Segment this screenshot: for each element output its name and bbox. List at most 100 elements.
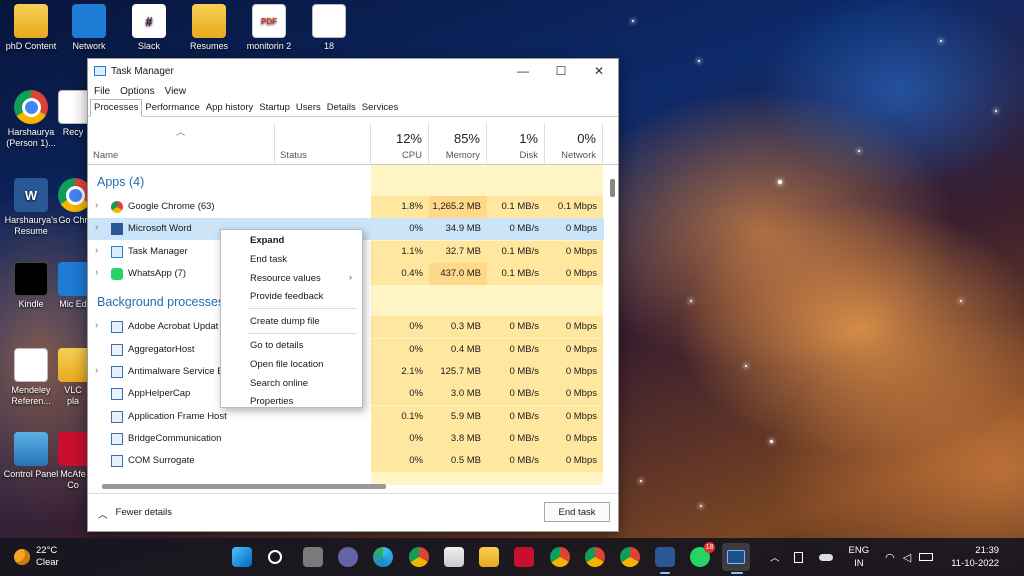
end-task-button[interactable]: End task xyxy=(544,502,610,522)
chevron-right-icon[interactable]: › xyxy=(95,222,98,233)
chevron-right-icon[interactable]: › xyxy=(95,267,98,278)
start-icon[interactable] xyxy=(232,547,252,567)
menu-item-expand[interactable]: Expand xyxy=(250,235,284,246)
tab-performance[interactable]: Performance xyxy=(142,100,202,116)
word-icon[interactable] xyxy=(655,547,675,567)
menu-item-search-online[interactable]: Search online xyxy=(250,378,308,389)
table-row[interactable]: COM Surrogate 0% 0.5 MB 0 MB/s 0 Mbps xyxy=(88,450,604,472)
fewer-details-button[interactable]: ︿ Fewer details xyxy=(98,507,172,521)
desktop-icon-recycle-bin[interactable]: Recy xyxy=(58,90,88,138)
word-icon xyxy=(111,223,123,235)
desktop-icon-resume[interactable]: W Harshaurya's Resume xyxy=(0,178,62,237)
chevron-right-icon[interactable]: › xyxy=(95,365,98,376)
column-memory[interactable]: 85% Memory xyxy=(429,123,487,165)
language-indicator[interactable]: ENG IN xyxy=(849,544,870,570)
close-button[interactable]: ✕ xyxy=(580,59,618,83)
horizontal-scrollbar[interactable] xyxy=(102,484,386,489)
menu-item-go-to-details[interactable]: Go to details xyxy=(250,340,303,351)
minimize-button[interactable]: — xyxy=(504,59,542,83)
tab-services[interactable]: Services xyxy=(359,100,401,116)
mcafee-icon[interactable] xyxy=(514,547,534,567)
task-manager-icon xyxy=(727,550,745,564)
document-icon xyxy=(312,4,346,38)
column-status[interactable]: Status xyxy=(275,123,371,165)
edge-icon[interactable] xyxy=(373,547,393,567)
desktop-icon-slack[interactable]: # Slack xyxy=(118,4,180,52)
vertical-scrollbar[interactable] xyxy=(610,179,615,197)
word-icon: W xyxy=(14,178,48,212)
menu-file[interactable]: File xyxy=(94,86,110,97)
desktop-icon-resumes[interactable]: Resumes xyxy=(178,4,240,52)
desktop-icon-monitorin[interactable]: PDF monitorin 2 xyxy=(238,4,300,52)
desktop-icon-phd-content[interactable]: phD Content xyxy=(0,4,62,52)
table-row[interactable]: › Google Chrome (63) 1.8% 1,265.2 MB 0.1… xyxy=(88,196,604,218)
desktop-icon-edge[interactable]: Mic Ed xyxy=(58,262,88,310)
table-header: ︿ Name Status 12% CPU 85% Memory 1% Disk… xyxy=(88,123,618,165)
column-name[interactable]: Name xyxy=(88,123,275,165)
clock[interactable]: 21:39 11-10-2022 xyxy=(951,544,999,570)
app-window-icon xyxy=(111,455,123,467)
menu-item-create-dump[interactable]: Create dump file xyxy=(250,316,320,327)
onedrive-icon[interactable] xyxy=(818,553,833,561)
chevron-right-icon[interactable]: › xyxy=(95,200,98,211)
desktop-icon-google-chrome[interactable]: Go Chr xyxy=(58,178,88,226)
chrome-profile-icon[interactable] xyxy=(550,547,570,567)
table-row[interactable]: Application Frame Host 0.1% 5.9 MB 0 MB/… xyxy=(88,406,604,428)
notification-badge: 18 xyxy=(704,542,715,553)
store-icon[interactable] xyxy=(444,547,464,567)
desktop-icon-kindle[interactable]: Kindle xyxy=(0,262,62,310)
file-explorer-icon[interactable] xyxy=(479,547,499,567)
menu-options[interactable]: Options xyxy=(120,86,154,97)
task-view-icon[interactable] xyxy=(303,547,323,567)
desktop-icon-mcafee[interactable]: McAfe Co xyxy=(58,432,88,491)
section-background: Background processes xyxy=(97,295,225,309)
battery-icon[interactable] xyxy=(919,553,934,561)
column-disk[interactable]: 1% Disk xyxy=(487,123,545,165)
app-window-icon xyxy=(111,344,123,356)
menu-view[interactable]: View xyxy=(165,86,187,97)
title-bar[interactable]: Task Manager — ☐ ✕ xyxy=(88,59,618,83)
desktop-icon-network[interactable]: Network xyxy=(58,4,120,52)
column-network[interactable]: 0% Network xyxy=(545,123,603,165)
weather-widget[interactable]: 22°C Clear xyxy=(14,545,59,569)
edge-icon xyxy=(58,262,88,296)
desktop-icon-mendeley[interactable]: Mendeley Referen... xyxy=(0,348,62,407)
tab-startup[interactable]: Startup xyxy=(256,100,293,116)
desktop-icon-control-panel[interactable]: Control Panel xyxy=(0,432,62,480)
tab-details[interactable]: Details xyxy=(324,100,359,116)
search-icon[interactable] xyxy=(268,550,282,564)
column-cpu[interactable]: 12% CPU xyxy=(371,123,429,165)
desktop-icon-harshaurya-chrome[interactable]: Harshaurya (Person 1)... xyxy=(0,90,62,149)
chrome-profile-icon[interactable] xyxy=(620,547,640,567)
menu-item-properties[interactable]: Properties xyxy=(250,396,293,407)
chevron-right-icon[interactable]: › xyxy=(95,320,98,331)
table-row[interactable]: BridgeCommunication 0% 3.8 MB 0 MB/s 0 M… xyxy=(88,428,604,450)
wifi-icon[interactable]: ◠ xyxy=(885,551,895,564)
window-title: Task Manager xyxy=(111,65,174,77)
folder-icon xyxy=(14,4,48,38)
menu-item-end-task[interactable]: End task xyxy=(250,254,287,265)
chevron-up-icon: ︿ xyxy=(98,510,108,521)
chevron-right-icon[interactable]: › xyxy=(95,245,98,256)
menu-item-open-file-location[interactable]: Open file location xyxy=(250,359,323,370)
volume-icon[interactable]: ◁ xyxy=(903,551,911,564)
chrome-profile-icon[interactable] xyxy=(585,547,605,567)
device-icon[interactable] xyxy=(793,551,803,563)
teams-chat-icon[interactable] xyxy=(338,547,358,567)
whatsapp-icon xyxy=(111,268,123,280)
network-icon xyxy=(72,4,106,38)
tab-bar: Processes Performance App history Startu… xyxy=(88,99,618,117)
tab-users[interactable]: Users xyxy=(293,100,324,116)
chrome-icon[interactable] xyxy=(409,547,429,567)
chevron-up-icon[interactable]: ︿ xyxy=(770,550,780,564)
task-manager-icon xyxy=(94,66,106,76)
tab-app-history[interactable]: App history xyxy=(203,100,257,116)
desktop-icon-vlc[interactable]: VLC pla xyxy=(58,348,88,407)
maximize-button[interactable]: ☐ xyxy=(542,59,580,83)
menu-item-resource-values[interactable]: Resource values xyxy=(250,273,321,284)
menu-separator xyxy=(247,308,357,309)
tab-processes[interactable]: Processes xyxy=(90,99,143,117)
mcafee-icon xyxy=(58,432,88,466)
menu-item-provide-feedback[interactable]: Provide feedback xyxy=(250,291,323,302)
desktop-icon-18[interactable]: 18 xyxy=(298,4,360,52)
